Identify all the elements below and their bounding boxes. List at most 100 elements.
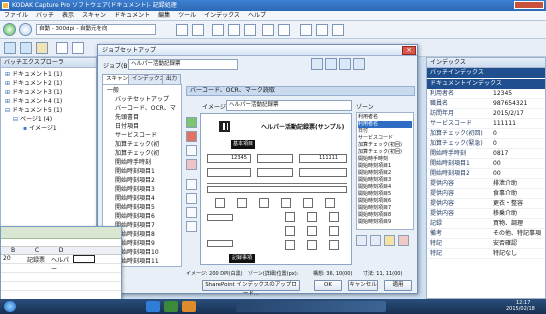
zone-list-item[interactable]: 開始時刻項目9 xyxy=(358,219,412,226)
grid-icon[interactable] xyxy=(332,24,344,36)
index-field-value[interactable]: 2015/2/17 xyxy=(491,109,545,118)
index-field-row[interactable]: 利用者名 12345 xyxy=(427,89,545,99)
index-field-row[interactable]: 記録 買物、調理 xyxy=(427,219,545,229)
settings-tree-item[interactable]: 日付項目 xyxy=(107,122,181,131)
zone-list-item[interactable]: 開始時刻項目7 xyxy=(358,205,412,212)
zoom-out-tool-icon[interactable] xyxy=(186,207,197,218)
ok-button[interactable]: OK xyxy=(314,280,342,291)
settings-tree-item[interactable]: 開始時刻項目2 xyxy=(107,176,181,185)
zoom-in-tool-icon[interactable] xyxy=(186,193,197,204)
menu-view[interactable]: 表示 xyxy=(62,11,74,20)
batch-view-icon[interactable] xyxy=(36,42,48,54)
pen-icon[interactable] xyxy=(56,42,68,54)
index-field-row[interactable]: 特記 特記なし xyxy=(427,249,545,259)
settings-tree-item[interactable]: 先頭書目 xyxy=(107,113,181,122)
cell-c[interactable]: 記録票 xyxy=(25,255,49,264)
taskbar-app-3-icon[interactable] xyxy=(182,301,196,312)
page-view-icon[interactable] xyxy=(20,42,32,54)
apply-button[interactable]: 適用 xyxy=(384,280,412,291)
index-field-value[interactable]: 移乗介助 xyxy=(491,209,545,218)
menu-help[interactable]: ヘルプ xyxy=(248,11,266,20)
zone-list-item[interactable]: 開始時刻項目5 xyxy=(358,191,412,198)
index-field-row[interactable]: 提供内容 排泄介助 xyxy=(427,179,545,189)
menu-scan[interactable]: スキャン xyxy=(82,11,106,20)
index-field-value[interactable]: 食事介助 xyxy=(491,189,545,198)
zone-list-item[interactable]: サービスコード xyxy=(358,135,412,142)
job-delete-icon[interactable] xyxy=(353,58,365,70)
settings-tree-item[interactable]: バーコード、OCR、マ xyxy=(107,104,181,113)
zone-delete-icon[interactable] xyxy=(398,235,409,246)
zone-list-item[interactable]: 加算チェック(初回) xyxy=(358,142,412,149)
zone-list-item[interactable]: 開始時刻項目8 xyxy=(358,212,412,219)
tree-item-doc5[interactable]: ⊟ ドキュメント5 (1) xyxy=(5,106,96,115)
zone-list-item[interactable]: 開始時刻項目6 xyxy=(358,198,412,205)
zone-list-item[interactable]: 開始時刻項目3 xyxy=(358,177,412,184)
index-field-value[interactable]: 00 xyxy=(491,169,545,178)
cell-b[interactable]: 20 xyxy=(1,255,25,263)
zone-add-icon[interactable] xyxy=(356,235,367,246)
tree-item-doc4[interactable]: ⊞ ドキュメント4 (1) xyxy=(5,97,96,106)
zone-list-item[interactable]: 開始時刻項目1 xyxy=(358,163,412,170)
zoom-area-icon[interactable] xyxy=(262,24,274,36)
index-field-row[interactable]: サービスコード 111111 xyxy=(427,119,545,129)
menu-document[interactable]: ドキュメント xyxy=(114,11,150,20)
rotate-icon[interactable] xyxy=(192,24,204,36)
sharepoint-upload-button[interactable]: SharePoint インデックスのアップロード... xyxy=(202,280,300,297)
hand-tool-icon[interactable] xyxy=(186,159,197,170)
zone-ocr-icon[interactable] xyxy=(370,235,381,246)
index-field-row[interactable]: 特記 安否確認 xyxy=(427,239,545,249)
tree-item-page1[interactable]: ⊟ ページ1 (4) xyxy=(5,115,96,124)
index-field-row[interactable]: 提供内容 移乗介助 xyxy=(427,209,545,219)
index-field-row[interactable]: 加算チェック(緊急) 0 xyxy=(427,139,545,149)
settings-tree-item[interactable]: サービスコード xyxy=(107,131,181,140)
zone-list-item[interactable]: 利用者名 xyxy=(358,114,412,121)
settings-tree-item[interactable]: 開始時刻項目5 xyxy=(107,203,181,212)
tree-item-doc1[interactable]: ⊞ ドキュメント1 (1) xyxy=(5,70,96,79)
thumbnail-view-icon[interactable] xyxy=(4,42,16,54)
index-field-value[interactable]: 987654321 xyxy=(491,99,545,108)
select-icon[interactable] xyxy=(228,24,240,36)
index-field-row[interactable]: 備考 その他、特記事項 xyxy=(427,229,545,239)
stop-scan-icon[interactable] xyxy=(19,23,32,36)
zone-list-item[interactable]: 日付 xyxy=(358,128,412,135)
close-icon[interactable]: × xyxy=(402,46,416,55)
selected-cell[interactable] xyxy=(73,255,95,263)
index-field-value[interactable]: 0 xyxy=(491,139,545,148)
zone-list-item[interactable]: 加算チェック(初回) xyxy=(358,149,412,156)
menu-edit[interactable]: 編集 xyxy=(158,11,170,20)
zone-edit-icon[interactable] xyxy=(384,235,395,246)
index-field-value[interactable]: 更衣・整容 xyxy=(491,199,545,208)
zoom-in-icon[interactable] xyxy=(300,24,312,36)
tree-item-doc2[interactable]: ⊞ ドキュメント2 (1) xyxy=(5,79,96,88)
scan-profile-select[interactable]: 自動 - 300dpi - 自動元を向 xyxy=(36,24,156,35)
job-add-icon[interactable] xyxy=(325,58,337,70)
settings-tree-item[interactable]: 開始時刻項目3 xyxy=(107,185,181,194)
settings-tree-item[interactable]: バッチセットアップ xyxy=(107,95,181,104)
zoom-out-icon[interactable] xyxy=(316,24,328,36)
job-copy-icon[interactable] xyxy=(339,58,351,70)
index-field-value[interactable]: 12345 xyxy=(491,89,545,98)
cancel-button[interactable]: キャンセル xyxy=(348,280,378,291)
index-field-row[interactable]: 訪問年月 2015/2/17 xyxy=(427,109,545,119)
zone-list[interactable]: 利用者名 利用者名 日付 サービスコード 加算チェック(初回) 加算チェック(初回) 開始時… xyxy=(356,112,414,230)
index-field-row[interactable]: 開始時手時刻 0817 xyxy=(427,149,545,159)
stamp-icon[interactable] xyxy=(72,42,84,54)
index-field-value[interactable]: その他、特記事項 xyxy=(491,229,545,238)
pointer-icon[interactable] xyxy=(212,24,224,36)
settings-tree-item[interactable]: 加算チェック(初 xyxy=(107,140,181,149)
tree-item-image1[interactable]: ▪ イメージ1 xyxy=(5,124,96,133)
fit-icon[interactable] xyxy=(278,24,290,36)
index-field-row[interactable]: 開始時刻項目2 00 xyxy=(427,169,545,179)
zone-list-item[interactable]: 利用者名 xyxy=(358,121,412,128)
select-tool-icon[interactable] xyxy=(186,179,197,190)
image-select[interactable]: ヘルパー活動記録票 xyxy=(226,100,352,111)
index-field-value[interactable]: 安否確認 xyxy=(491,239,545,248)
index-field-value[interactable]: 0 xyxy=(491,129,545,138)
taskbar-app-2-icon[interactable] xyxy=(164,301,178,312)
job-select[interactable]: ヘルパー活動記録票 xyxy=(128,59,238,70)
tab-output[interactable]: 出力 xyxy=(162,74,182,84)
settings-tree-item[interactable]: 開始時手時刻 xyxy=(107,158,181,167)
settings-tree-item[interactable]: 開始時刻項目1 xyxy=(107,167,181,176)
green-add-icon[interactable] xyxy=(186,117,197,128)
menu-index[interactable]: インデックス xyxy=(204,11,240,20)
